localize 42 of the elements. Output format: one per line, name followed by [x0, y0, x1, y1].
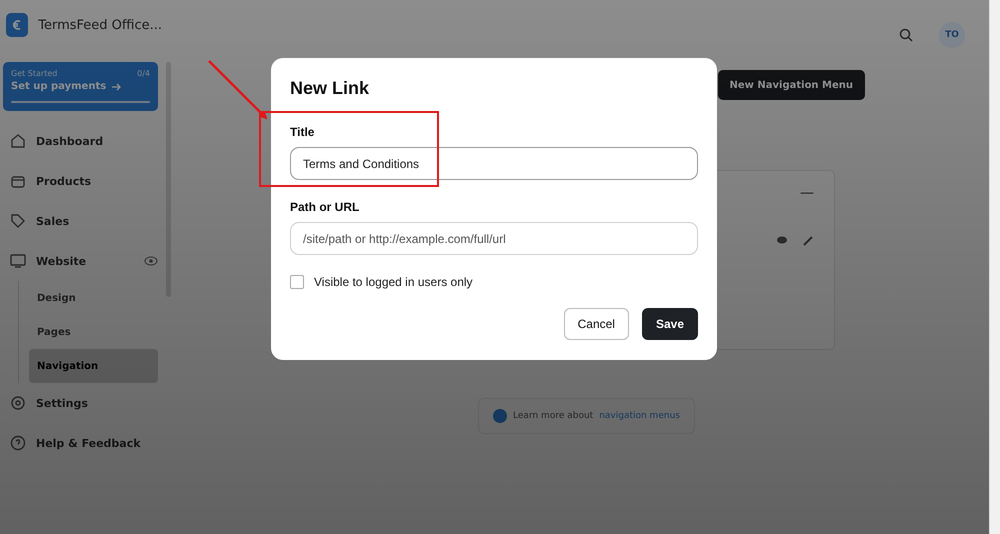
help-link[interactable]: navigation menus	[599, 411, 680, 421]
home-icon	[10, 133, 26, 149]
sidebar-item[interactable]: Dashboard	[0, 121, 168, 161]
settings-icon	[10, 395, 26, 411]
sidebar-subitem[interactable]: Pages	[29, 315, 158, 349]
eye-icon[interactable]	[776, 235, 788, 245]
tag-icon	[10, 213, 26, 229]
menu-dash: —	[800, 185, 814, 201]
user-avatar[interactable]: TO	[939, 22, 966, 48]
pencil-icon[interactable]	[802, 235, 814, 247]
page-scrollbar[interactable]	[989, 0, 1000, 534]
logo-icon	[6, 13, 28, 37]
input-field[interactable]: /site/path or http://example.com/full/url	[290, 222, 698, 255]
sidebar-item[interactable]: Settings	[0, 383, 168, 423]
sidebar-subitem[interactable]: Navigation	[29, 349, 158, 383]
help-icon	[10, 435, 26, 451]
monitor-icon	[10, 253, 26, 269]
checkbox-label: Visible to logged in users only	[314, 275, 473, 289]
sidebar-item[interactable]: Help & Feedback	[0, 423, 168, 463]
progress-count: 0/4	[137, 69, 150, 78]
sidebar-item[interactable]: Products	[0, 161, 168, 201]
checkbox[interactable]	[290, 275, 304, 289]
annotation-arrow	[208, 60, 268, 120]
eye-icon	[144, 256, 158, 266]
arrow-icon	[112, 82, 122, 90]
info-icon	[493, 409, 508, 423]
dialog-title: New Link	[290, 78, 370, 99]
cancel-button[interactable]: Cancel	[564, 308, 629, 340]
app-name: TermsFeed Office...	[38, 18, 162, 32]
scrollbar-thumb[interactable]	[166, 62, 171, 297]
save-button[interactable]: Save	[642, 308, 698, 340]
field-label: Title	[290, 125, 316, 139]
sidebar-item[interactable]: Website	[0, 241, 168, 281]
sidebar-subitem[interactable]: Design	[29, 281, 158, 315]
input-field[interactable]: Terms and Conditions	[290, 147, 698, 180]
new-menu-button[interactable]: New Navigation Menu	[718, 70, 866, 100]
search-icon[interactable]	[899, 28, 914, 42]
help-text: Learn more about	[513, 411, 594, 421]
field-label: Path or URL	[290, 200, 360, 214]
sidebar-item[interactable]: Sales	[0, 201, 168, 241]
task-label: Set up payments	[11, 81, 106, 92]
get-started-label: Get Started	[11, 69, 58, 78]
